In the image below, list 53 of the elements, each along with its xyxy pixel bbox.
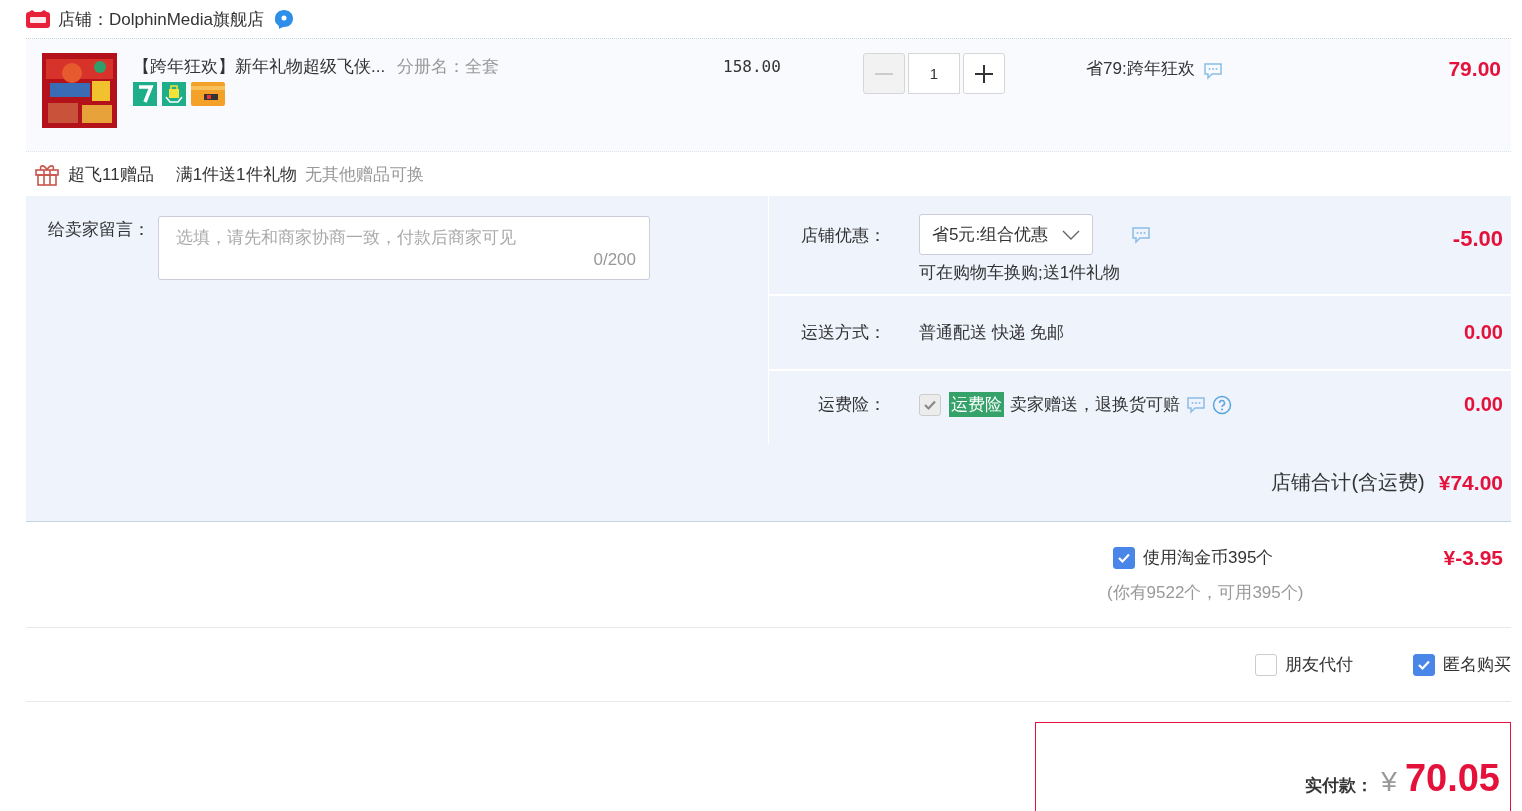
checkbox[interactable] bbox=[1113, 546, 1136, 569]
unit-price: 158.00 bbox=[723, 57, 782, 76]
store-total-label: 店铺合计(含运费) bbox=[1271, 470, 1425, 495]
shop-name[interactable]: 店铺：DolphinMedia旗舰店 bbox=[58, 7, 264, 31]
checkbox[interactable] bbox=[919, 393, 941, 416]
option-label[interactable]: 朋友代付 bbox=[1285, 653, 1353, 676]
fee-amount: 0.00 bbox=[1464, 393, 1503, 416]
discount-dropdown[interactable]: 省5元:组合优惠 bbox=[919, 214, 1094, 255]
fee-label: 运费险： bbox=[817, 394, 887, 416]
coins-detail: (你有9522个，可用395个) bbox=[1106, 582, 1304, 604]
gift-icon bbox=[34, 162, 60, 186]
store-total-amount: ¥74.00 bbox=[1438, 470, 1503, 495]
currency-sign: ¥ bbox=[1381, 766, 1397, 798]
placeholder-text: 选填，请先和商家协商一致，付款后商家可见 bbox=[176, 227, 517, 249]
message-label: 给卖家留言： bbox=[48, 219, 150, 241]
gift-note: 无其他赠品可换 bbox=[304, 163, 424, 186]
increase-button[interactable] bbox=[963, 53, 1005, 94]
payment-label: 实付款： bbox=[1305, 775, 1374, 797]
minus-icon bbox=[875, 72, 893, 75]
shopping-bag-icon bbox=[162, 82, 186, 106]
coins-discount: ¥-3.95 bbox=[1443, 546, 1503, 571]
check-icon bbox=[1117, 551, 1132, 564]
product-title[interactable]: 【跨年狂欢】新年礼物超级飞侠... bbox=[133, 55, 386, 78]
item-subtotal: 79.00 bbox=[1448, 57, 1501, 81]
character-counter: 0/200 bbox=[593, 250, 636, 270]
coins-label[interactable]: 使用淘金币395个 bbox=[1143, 546, 1274, 569]
discount-note: 可在购物车换购;送1件礼物 bbox=[919, 262, 1122, 284]
promotion-text: 省79:跨年狂欢 bbox=[1086, 58, 1195, 80]
payment-amount: 70.05 bbox=[1404, 759, 1500, 797]
check-icon bbox=[923, 398, 937, 411]
fee-label: 店铺优惠： bbox=[800, 225, 887, 247]
card-icon bbox=[191, 82, 225, 106]
check-icon bbox=[1417, 658, 1431, 671]
checkbox[interactable] bbox=[1413, 653, 1435, 676]
insurance-tag: 运费险 bbox=[949, 392, 1004, 417]
insurance-text: 卖家赠送，退换货可赔 bbox=[1010, 394, 1180, 416]
shipping-method: 普通配送 快递 免邮 bbox=[919, 322, 1066, 344]
quantity-field[interactable]: 1 bbox=[908, 53, 960, 94]
message-icon[interactable] bbox=[1186, 395, 1206, 414]
message-icon[interactable] bbox=[1202, 62, 1223, 80]
gift-title: 超飞11赠品 bbox=[68, 163, 154, 186]
option-label[interactable]: 匿名购买 bbox=[1443, 653, 1511, 676]
gift-rule: 满1件送1件礼物 bbox=[175, 163, 297, 186]
store-logo-icon bbox=[26, 10, 50, 28]
chevron-down-icon bbox=[1062, 229, 1081, 240]
help-icon[interactable] bbox=[1212, 394, 1232, 415]
plus-icon bbox=[974, 63, 994, 84]
fee-amount: 0.00 bbox=[1464, 321, 1503, 344]
checkbox[interactable] bbox=[1255, 653, 1277, 676]
variant-text: 分册名：全套 bbox=[397, 56, 500, 78]
message-icon[interactable] bbox=[1131, 225, 1152, 244]
fee-label: 运送方式： bbox=[800, 322, 887, 344]
fee-amount: -5.00 bbox=[1452, 226, 1503, 252]
